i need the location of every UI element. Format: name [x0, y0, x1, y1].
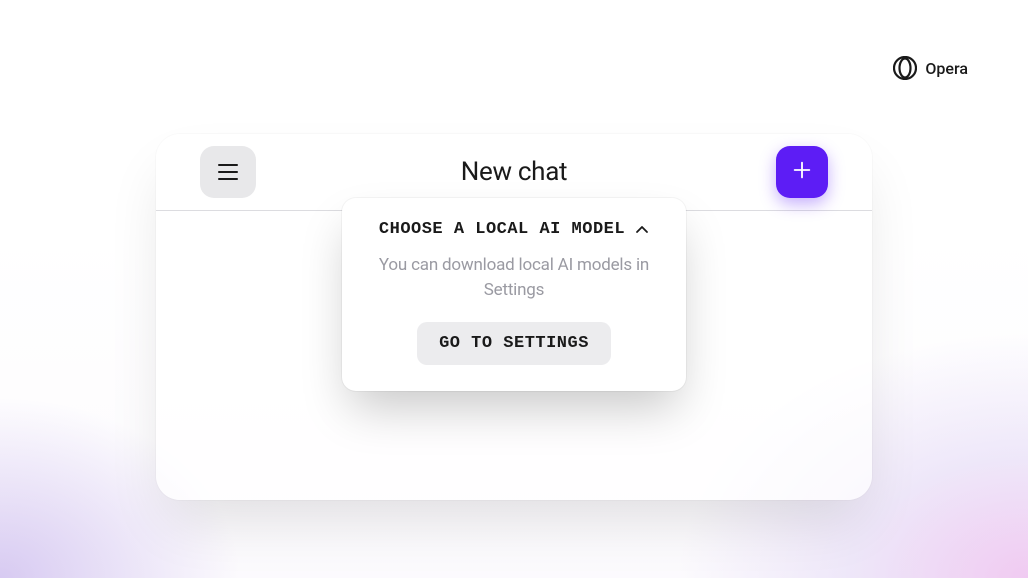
opera-brand-text: Opera [925, 59, 968, 78]
opera-brand: Opera [893, 56, 968, 80]
dropdown-header[interactable]: CHOOSE A LOCAL AI MODEL [366, 220, 662, 239]
plus-icon [791, 159, 813, 186]
chevron-up-icon [635, 223, 649, 237]
opera-icon [893, 56, 917, 80]
dropdown-description: You can download local AI models in Sett… [366, 253, 662, 302]
menu-button[interactable] [200, 146, 256, 198]
hamburger-icon [218, 164, 238, 180]
page-title: New chat [461, 157, 568, 187]
go-to-settings-button[interactable]: GO TO SETTINGS [417, 322, 611, 365]
new-chat-button[interactable] [776, 146, 828, 198]
model-selector-dropdown: CHOOSE A LOCAL AI MODEL You can download… [342, 198, 686, 391]
dropdown-title: CHOOSE A LOCAL AI MODEL [379, 220, 625, 239]
